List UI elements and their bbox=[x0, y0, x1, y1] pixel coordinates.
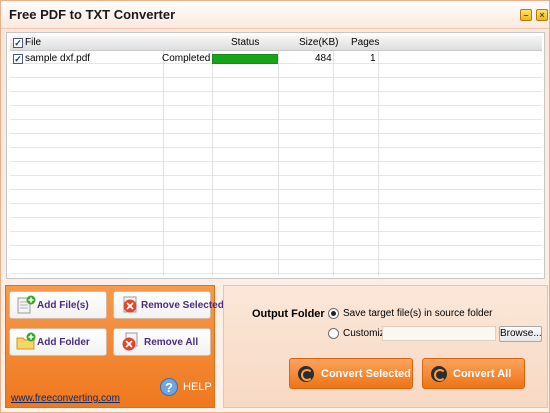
add-folder-label: Add Folder bbox=[37, 337, 90, 348]
radio-customize[interactable] bbox=[328, 328, 339, 339]
convert-all-label: Convert All bbox=[453, 368, 512, 380]
select-all-checkbox[interactable]: ✓ bbox=[13, 38, 23, 48]
column-header-status[interactable]: Status bbox=[231, 37, 259, 48]
row-progress-fill bbox=[213, 55, 277, 63]
row-pages: 1 bbox=[370, 53, 376, 64]
help-icon: ? bbox=[160, 378, 178, 396]
remove-file-icon bbox=[123, 296, 137, 313]
column-header-file[interactable]: File bbox=[25, 37, 41, 48]
radio-source-folder[interactable] bbox=[328, 308, 339, 319]
help-button[interactable]: ? HELP bbox=[160, 378, 212, 398]
remove-all-label: Remove All bbox=[144, 337, 199, 348]
convert-icon bbox=[298, 366, 314, 382]
row-file-name: sample dxf.pdf bbox=[25, 53, 91, 64]
title-bar: Free PDF to TXT Converter – × bbox=[1, 1, 549, 29]
help-label: HELP bbox=[183, 381, 212, 393]
add-folder-icon bbox=[16, 332, 36, 350]
remove-selected-label: Remove Selected bbox=[141, 300, 224, 311]
add-files-label: Add File(s) bbox=[37, 300, 89, 311]
custom-path-input[interactable] bbox=[382, 326, 496, 341]
browse-button[interactable]: Browse... bbox=[499, 326, 542, 342]
remove-all-icon bbox=[122, 332, 138, 351]
row-progress-bar bbox=[212, 54, 278, 64]
app-window: Free PDF to TXT Converter – × ✓ File Sta… bbox=[0, 0, 550, 413]
add-file-icon bbox=[17, 295, 36, 314]
file-list-panel: ✓ File Status Size(KB) Pages ✓ sample dx… bbox=[6, 32, 545, 279]
convert-icon bbox=[431, 366, 447, 382]
window-title: Free PDF to TXT Converter bbox=[9, 7, 176, 22]
add-files-button[interactable]: Add File(s) bbox=[9, 291, 107, 319]
convert-all-button[interactable]: Convert All bbox=[422, 358, 525, 389]
file-actions-panel: Add File(s) Remove Selected Add Folder R… bbox=[5, 285, 224, 408]
website-link[interactable]: www.freeconverting.com bbox=[11, 393, 120, 404]
remove-all-button[interactable]: Remove All bbox=[113, 328, 211, 356]
file-list-header: ✓ File Status Size(KB) Pages bbox=[10, 36, 542, 51]
row-size: 484 bbox=[315, 53, 332, 64]
column-header-size[interactable]: Size(KB) bbox=[299, 37, 338, 48]
convert-selected-button[interactable]: Convert Selected bbox=[289, 358, 413, 389]
column-header-pages[interactable]: Pages bbox=[351, 37, 379, 48]
close-button[interactable]: × bbox=[536, 9, 548, 21]
output-folder-label: Output Folder : bbox=[252, 308, 332, 320]
remove-selected-button[interactable]: Remove Selected bbox=[113, 291, 224, 319]
row-checkbox[interactable]: ✓ bbox=[13, 54, 23, 64]
row-state: Completed bbox=[162, 53, 211, 64]
add-folder-button[interactable]: Add Folder bbox=[9, 328, 107, 356]
minimize-button[interactable]: – bbox=[520, 9, 532, 21]
output-panel: Output Folder : Save target file(s) in s… bbox=[223, 285, 548, 408]
file-list[interactable]: ✓ File Status Size(KB) Pages ✓ sample dx… bbox=[10, 36, 542, 276]
source-folder-label[interactable]: Save target file(s) in source folder bbox=[343, 308, 493, 319]
convert-selected-label: Convert Selected bbox=[321, 368, 411, 380]
table-row[interactable]: ✓ sample dxf.pdf Completed 484 1 bbox=[10, 52, 542, 66]
